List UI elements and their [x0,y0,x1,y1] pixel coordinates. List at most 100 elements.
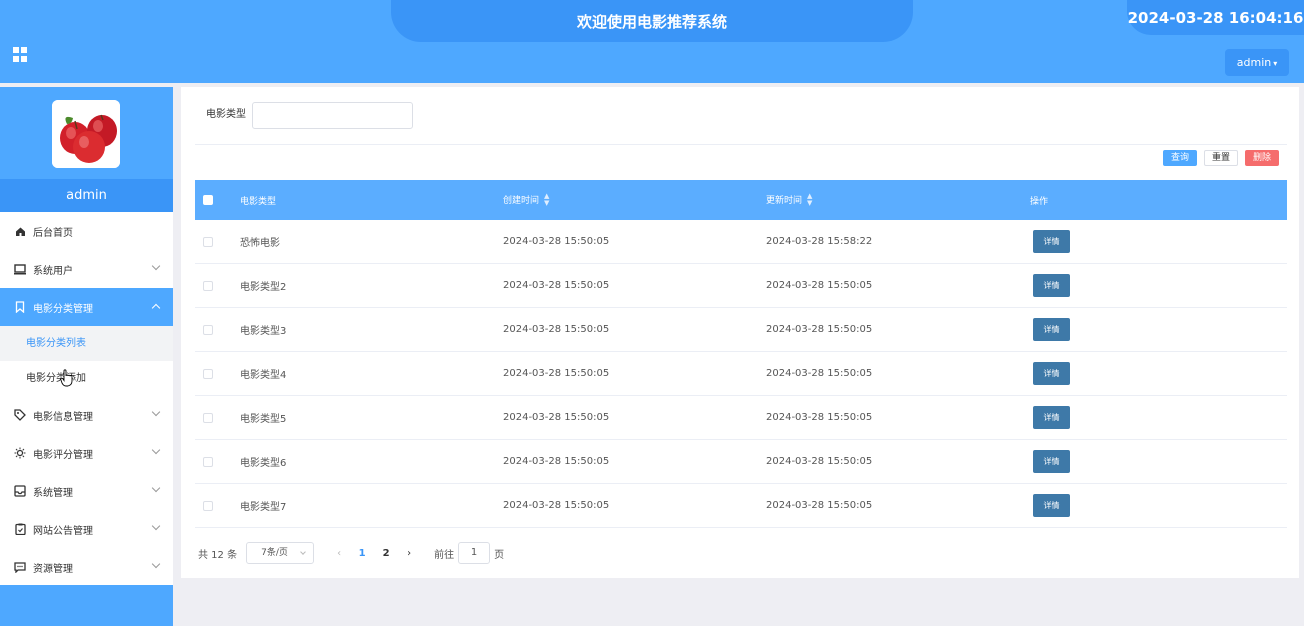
column-header-label: 更新时间 [766,195,803,206]
sidebar-item-label: 电影评分管理 [33,449,93,461]
detail-button[interactable]: 详情 [1033,406,1070,429]
reset-button[interactable]: 重置 [1204,150,1238,166]
inbox-icon [14,485,26,497]
sidebar-username: admin [0,179,173,212]
table-header: 电影类型 创建时间 ▲ ▼ 更新时间 ▲ ▼ 操作 [195,180,1287,220]
cell-created: 2024-03-28 15:50:05 [503,500,610,511]
column-header-type: 电影类型 [240,196,277,207]
sidebar: admin 后台首页 系统用户 电影分类管理 电影分类列表 电影分类添加 电影信… [0,87,173,626]
column-header-created[interactable]: 创建时间 ▲ ▼ [503,193,549,208]
sun-icon [14,447,26,459]
prev-page-button[interactable]: ‹ [328,548,350,559]
row-checkbox[interactable] [203,500,213,511]
home-icon [14,225,26,237]
cell-created: 2024-03-28 15:50:05 [503,368,610,379]
sidebar-footer [0,585,173,626]
sidebar-item-movie-info[interactable]: 电影信息管理 [0,396,173,434]
page-size-value: 7条/页 [261,548,288,558]
table-row: 电影类型7 2024-03-28 15:50:05 2024-03-28 15:… [195,484,1287,528]
column-header-label: 创建时间 [503,195,540,206]
row-checkbox[interactable] [203,368,213,379]
sidebar-subitem-category-list[interactable]: 电影分类列表 [0,326,173,361]
query-button[interactable]: 查询 [1163,150,1197,166]
sort-icon[interactable]: ▲ ▼ [544,193,549,207]
sidebar-item-system-users[interactable]: 系统用户 [0,250,173,288]
monitor-icon [14,263,26,275]
sidebar-item-label: 电影分类管理 [33,303,93,315]
column-header-updated[interactable]: 更新时间 ▲ ▼ [766,193,812,208]
grid-menu-icon[interactable] [13,47,28,62]
user-dropdown-button[interactable]: admin ▾ [1225,49,1289,76]
system-title: 欢迎使用电影推荐系统 [391,0,913,42]
table-row: 电影类型3 2024-03-28 15:50:05 2024-03-28 15:… [195,308,1287,352]
sidebar-item-label: 后台首页 [33,227,73,239]
delete-button[interactable]: 删除 [1245,150,1279,166]
sidebar-item-announcements[interactable]: 网站公告管理 [0,510,173,548]
cell-updated: 2024-03-28 15:50:05 [766,500,873,511]
cell-created: 2024-03-28 15:50:05 [503,412,610,423]
cell-created: 2024-03-28 15:50:05 [503,324,610,335]
cell-updated: 2024-03-28 15:50:05 [766,368,873,379]
sidebar-profile [0,87,173,179]
cell-created: 2024-03-28 15:50:05 [503,236,610,247]
sidebar-item-resources[interactable]: 资源管理 [0,548,173,586]
chevron-up-icon [151,303,161,313]
page-size-select[interactable]: 7条/页 [246,542,315,564]
detail-button[interactable]: 详情 [1033,230,1070,253]
row-checkbox[interactable] [203,456,213,467]
chevron-down-icon [151,521,161,531]
detail-button[interactable]: 详情 [1033,274,1070,297]
main-content: 电影类型 查询 重置 删除 电影类型 创建时间 ▲ ▼ 更新时间 ▲ ▼ 操作 恐怖电影… [181,87,1299,578]
detail-button[interactable]: 详情 [1033,362,1070,385]
sidebar-item-category-management[interactable]: 电影分类管理 [0,288,173,326]
cell-updated: 2024-03-28 15:58:22 [766,236,873,247]
goto-suffix: 页 [494,549,505,561]
chevron-down-icon [151,407,161,417]
table-row: 电影类型6 2024-03-28 15:50:05 2024-03-28 15:… [195,440,1287,484]
chevron-down-icon [151,483,161,493]
table-row: 电影类型2 2024-03-28 15:50:05 2024-03-28 15:… [195,264,1287,308]
sort-icon[interactable]: ▲ ▼ [807,193,812,207]
next-page-button[interactable]: › [398,548,420,559]
page-number-1[interactable]: 1 [350,548,374,559]
sidebar-subitem-category-add[interactable]: 电影分类添加 [0,361,173,396]
sidebar-item-label: 电影信息管理 [33,411,93,423]
chevron-down-icon [300,549,306,555]
divider [195,144,1287,145]
cell-type: 电影类型4 [240,370,287,381]
cell-type: 电影类型6 [240,458,287,469]
avatar [52,100,120,168]
pagination: 共 12 条 7条/页 ‹ 1 2 › 前往 1 页 [198,542,504,564]
cell-updated: 2024-03-28 15:50:05 [766,324,873,335]
goto-label: 前往 [434,549,455,561]
cell-type: 电影类型2 [240,282,287,293]
chevron-down-icon [151,559,161,569]
cell-type: 恐怖电影 [240,238,280,249]
top-header: 欢迎使用电影推荐系统 2024-03-28 16:04:16 admin ▾ [0,0,1304,83]
chevron-down-icon [151,445,161,455]
clipboard-icon [14,523,26,535]
hand-cursor-icon [60,369,73,387]
user-button-label: admin [1236,56,1272,69]
table-row: 电影类型5 2024-03-28 15:50:05 2024-03-28 15:… [195,396,1287,440]
sidebar-item-system-management[interactable]: 系统管理 [0,472,173,510]
page-number-2[interactable]: 2 [374,548,398,559]
detail-button[interactable]: 详情 [1033,494,1070,517]
movie-type-search-input[interactable] [252,102,413,129]
goto-page-input[interactable]: 1 [458,542,491,564]
sidebar-item-movie-rating[interactable]: 电影评分管理 [0,434,173,472]
cell-updated: 2024-03-28 15:50:05 [766,412,873,423]
column-header-actions: 操作 [1030,196,1049,207]
row-checkbox[interactable] [203,280,213,291]
cell-created: 2024-03-28 15:50:05 [503,280,610,291]
detail-button[interactable]: 详情 [1033,450,1070,473]
select-all-checkbox[interactable] [203,195,213,205]
sidebar-item-label: 资源管理 [33,563,73,575]
row-checkbox[interactable] [203,324,213,335]
cell-updated: 2024-03-28 15:50:05 [766,280,873,291]
sidebar-item-home[interactable]: 后台首页 [0,212,173,250]
table-row: 恐怖电影 2024-03-28 15:50:05 2024-03-28 15:5… [195,220,1287,264]
detail-button[interactable]: 详情 [1033,318,1070,341]
row-checkbox[interactable] [203,412,213,423]
row-checkbox[interactable] [203,236,213,247]
